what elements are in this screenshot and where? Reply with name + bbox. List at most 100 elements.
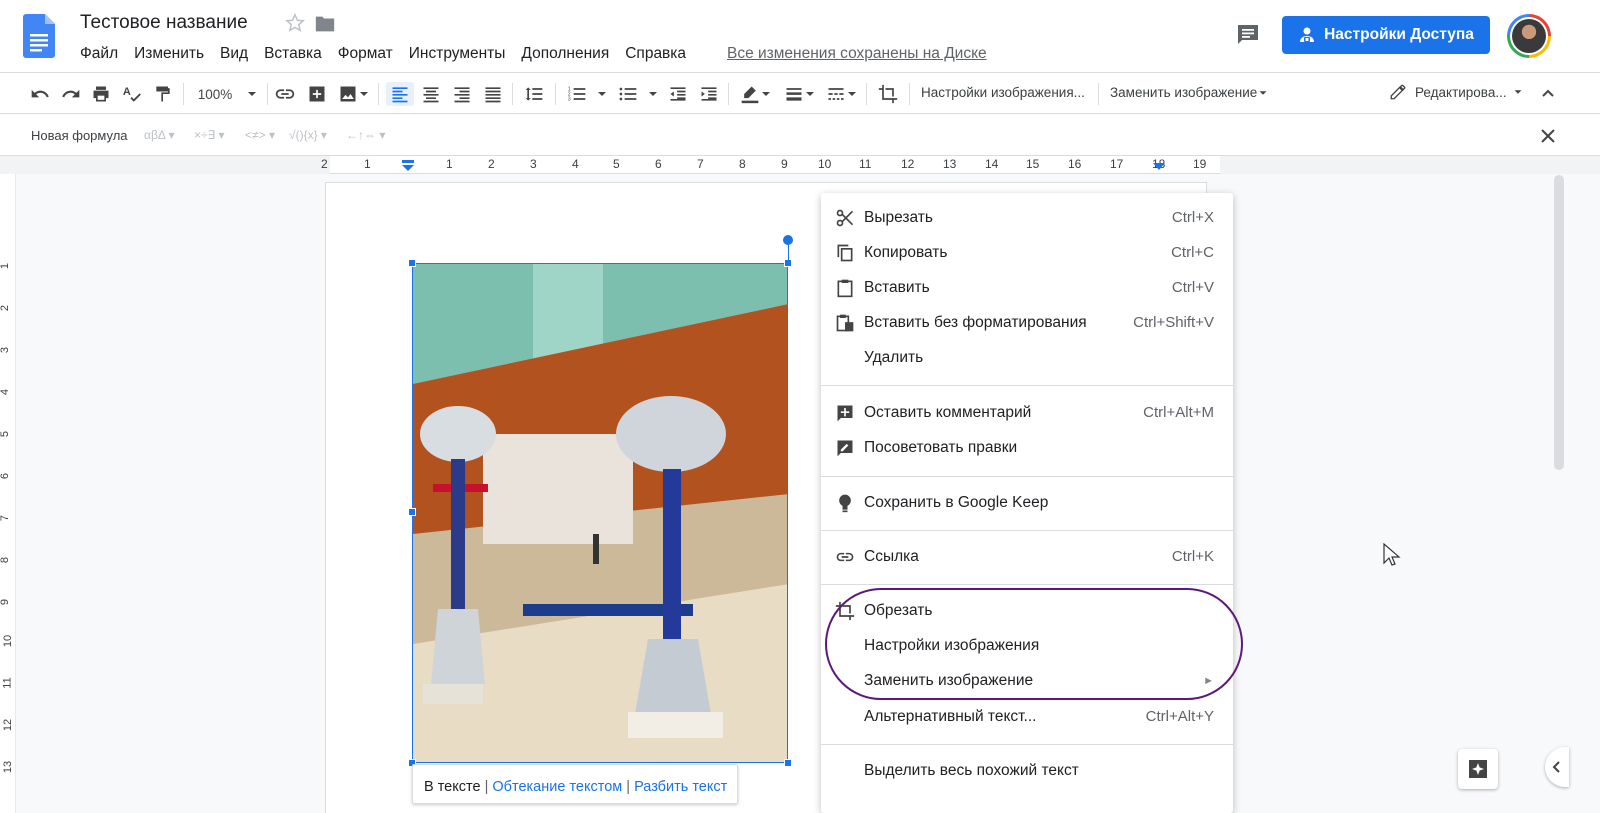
ruler-number: 4 [0, 388, 12, 396]
left-indent-marker-icon[interactable] [401, 160, 415, 172]
crop-toolbar-icon[interactable] [876, 82, 900, 106]
align-left-icon[interactable] [386, 82, 414, 106]
redo-icon[interactable] [59, 82, 83, 106]
menu-format[interactable]: Формат [330, 43, 401, 65]
menu-item-suggest-edits[interactable]: Посоветовать правки [821, 430, 1233, 465]
menu-item-copy[interactable]: Копировать Ctrl+C [821, 235, 1233, 270]
folder-icon[interactable] [314, 14, 336, 34]
editing-mode-button[interactable]: Редактирова... [1389, 83, 1525, 101]
menu-help[interactable]: Справка [617, 43, 694, 65]
ruler-number: 5 [0, 430, 12, 438]
ruler-number: 12 [2, 718, 15, 732]
arrows-menu[interactable]: ←↑⇔ ▾ [346, 128, 385, 142]
align-right-icon[interactable] [450, 82, 474, 106]
clipboard-icon [835, 278, 855, 298]
border-dash-icon[interactable] [824, 82, 860, 106]
spellcheck-icon[interactable]: A [120, 82, 144, 106]
bulleted-list-icon[interactable] [617, 82, 661, 106]
selected-image[interactable] [412, 263, 788, 763]
link-icon[interactable] [273, 82, 297, 106]
menu-view[interactable]: Вид [212, 43, 256, 65]
numbered-list-icon[interactable]: 123 [566, 82, 610, 106]
save-status-link[interactable]: Все изменения сохранены на Диске [727, 43, 987, 65]
menu-file[interactable]: Файл [72, 43, 126, 65]
chevron-down-icon [806, 92, 814, 96]
menu-addons[interactable]: Дополнения [513, 43, 617, 65]
menu-item-paste-plain[interactable]: Вставить без форматирования Ctrl+Shift+V [821, 305, 1233, 340]
relations-menu[interactable]: <≠> ▾ [245, 128, 275, 142]
share-person-icon [1300, 27, 1315, 42]
vertical-ruler[interactable]: 1 2 3 4 5 6 7 8 9 10 11 12 13 [0, 174, 16, 813]
line-spacing-icon[interactable] [522, 82, 546, 106]
menu-item-cut[interactable]: Вырезать Ctrl+X [821, 200, 1233, 235]
resize-handle[interactable] [408, 259, 416, 267]
menu-item-select-similar[interactable]: Выделить весь похожий текст [821, 753, 1233, 788]
collapse-menus-icon[interactable] [1538, 82, 1558, 106]
menu-divider [821, 476, 1233, 477]
border-weight-icon[interactable] [782, 82, 818, 106]
wrap-inline-option[interactable]: В тексте [424, 779, 481, 795]
replace-image-button[interactable]: Заменить изображение [1110, 85, 1269, 100]
menu-insert[interactable]: Вставка [256, 43, 330, 65]
resize-handle[interactable] [408, 508, 416, 516]
document-title[interactable]: Тестовое название [80, 12, 248, 34]
suggest-edit-icon [835, 438, 855, 458]
side-panel-toggle[interactable] [1545, 747, 1569, 787]
align-justify-icon[interactable] [481, 82, 505, 106]
misc-operations-menu[interactable]: ×÷∃ ▾ [194, 128, 225, 142]
greek-letters-menu[interactable]: αβΔ ▾ [144, 128, 175, 142]
undo-icon[interactable] [28, 82, 52, 106]
rotate-handle[interactable] [783, 235, 793, 245]
horizontal-ruler[interactable]: 2 1 1 2 3 4 5 6 7 8 9 10 11 12 13 14 15 … [0, 156, 1600, 174]
math-operators-menu[interactable]: √(){x} ▾ [289, 128, 327, 142]
explore-button[interactable] [1458, 749, 1498, 789]
ruler-number: 1 [364, 157, 371, 171]
share-button[interactable]: Настройки Доступа [1282, 16, 1490, 54]
menu-tools[interactable]: Инструменты [401, 43, 514, 65]
share-button-label: Настройки Доступа [1324, 26, 1474, 43]
menu-divider [821, 584, 1233, 585]
menu-item-shortcut: Ctrl+Alt+Y [1145, 708, 1214, 725]
decrease-indent-icon[interactable] [666, 82, 690, 106]
greek-letters-label: αβΔ [144, 128, 166, 142]
user-avatar[interactable] [1507, 14, 1551, 58]
menu-edit[interactable]: Изменить [126, 43, 212, 65]
resize-handle[interactable] [784, 759, 792, 767]
border-color-icon[interactable] [738, 82, 774, 106]
wrap-text-option[interactable]: Обтекание текстом [492, 779, 622, 795]
ruler-number: 10 [818, 157, 832, 171]
rotate-handle-stem [788, 245, 789, 263]
increase-indent-icon[interactable] [697, 82, 721, 106]
menu-item-save-to-keep[interactable]: Сохранить в Google Keep [821, 485, 1233, 520]
insert-image-icon[interactable] [336, 82, 372, 106]
print-icon[interactable] [89, 82, 113, 106]
menu-item-delete[interactable]: Удалить [821, 340, 1233, 375]
ruler-number: 2 [0, 304, 12, 312]
vertical-scrollbar[interactable] [1554, 175, 1564, 470]
ruler-number: 19 [1193, 157, 1207, 171]
new-formula-button[interactable]: Новая формула [31, 128, 128, 143]
menu-item-paste[interactable]: Вставить Ctrl+V [821, 270, 1233, 305]
comments-icon[interactable] [1236, 24, 1260, 46]
chevron-down-icon [1514, 90, 1522, 94]
menu-divider [821, 744, 1233, 745]
zoom-select[interactable]: 100% [197, 82, 261, 106]
star-icon[interactable] [284, 12, 306, 34]
ruler-number: 14 [985, 157, 999, 171]
break-text-option[interactable]: Разбить текст [634, 779, 727, 795]
align-center-icon[interactable] [419, 82, 443, 106]
paint-format-icon[interactable] [151, 82, 175, 106]
chevron-down-icon [762, 92, 770, 96]
add-comment-toolbar-icon[interactable] [305, 82, 329, 106]
chevron-down-icon [248, 92, 257, 96]
ruler-number: 6 [655, 157, 662, 171]
menu-item-comment[interactable]: Оставить комментарий Ctrl+Alt+M [821, 395, 1233, 430]
ruler-number: 8 [739, 157, 746, 171]
menu-item-alt-text[interactable]: Альтернативный текст... Ctrl+Alt+Y [821, 699, 1233, 734]
docs-logo-icon[interactable] [23, 14, 55, 58]
image-options-button[interactable]: Настройки изображения... [921, 85, 1085, 100]
ruler-number: 7 [697, 157, 704, 171]
close-icon[interactable] [1539, 127, 1557, 145]
menu-item-link[interactable]: Ссылка Ctrl+K [821, 539, 1233, 574]
right-indent-marker-icon[interactable] [1152, 162, 1166, 172]
